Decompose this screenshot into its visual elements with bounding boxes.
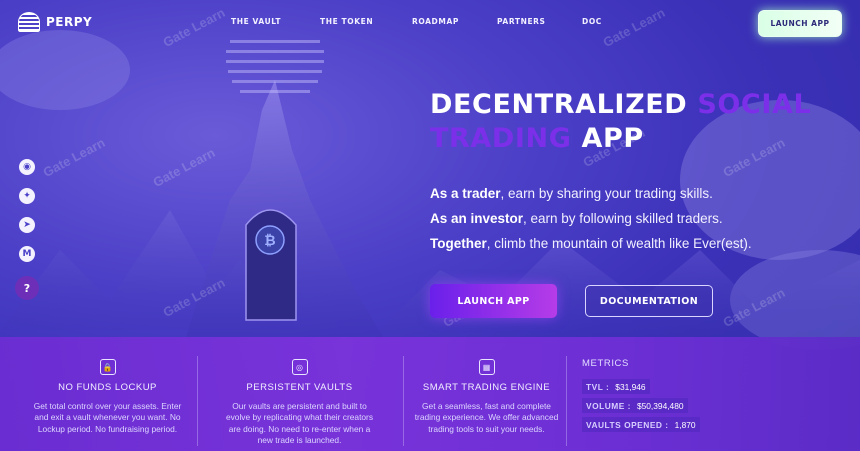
metric-label: VOLUME : (586, 400, 631, 411)
nav-link-the-token[interactable]: THE TOKEN (320, 17, 373, 26)
metric-label: VAULTS OPENED : (586, 419, 669, 430)
lock-icon: 🔒 (99, 359, 116, 375)
metric-value: $31,946 (615, 381, 646, 392)
documentation-button[interactable]: DOCUMENTATION (585, 285, 713, 317)
metric-value: 1,870 (674, 419, 696, 430)
nav-link-the-vault[interactable]: THE VAULT (231, 17, 281, 26)
medium-link[interactable]: M (16, 243, 38, 265)
metric-vaults-opened: VAULTS OPENED : 1,870 (582, 417, 700, 432)
vault-icon: ◎ (291, 359, 308, 375)
hero-title-accent1: SOCIAL (697, 89, 812, 120)
hero-line-strong: As an investor (430, 211, 524, 226)
telegram-icon: ➤ (19, 217, 35, 233)
feature-title: PERSISTENT VAULTS (246, 382, 353, 393)
hero-title-accent2: TRADING (430, 123, 572, 154)
watermark: Gate Learn (40, 134, 108, 181)
hero-title-part2: APP (571, 123, 644, 154)
feature-no-funds-lockup: 🔒 NO FUNDS LOCKUP Get total control over… (30, 337, 185, 451)
metric-value: $50,394,480 (636, 400, 684, 411)
chip-icon: ▦ (478, 359, 495, 375)
feature-title: NO FUNDS LOCKUP (58, 382, 157, 393)
twitter-icon: ✦ (19, 188, 35, 204)
logo-icon (18, 12, 40, 32)
telegram-link[interactable]: ➤ (16, 214, 38, 236)
hero-line-text: , earn by following skilled traders. (523, 211, 723, 226)
feature-description: Get total control over your assets. Ente… (33, 401, 182, 434)
nav-link-partners[interactable]: PARTNERS (497, 17, 546, 26)
logo-text: PERPY (46, 15, 93, 29)
feature-smart-trading-engine: ▦ SMART TRADING ENGINE Get a seamless, f… (409, 337, 564, 451)
metric-label: TVL : (586, 381, 610, 392)
svg-text:₿: ₿ (264, 233, 275, 249)
metric-tvl: TVL : $31,946 (582, 379, 650, 394)
watermark: Gate Learn (160, 274, 228, 321)
hero-line-investor: As an investor, earn by following skille… (430, 211, 723, 226)
nav-link-doc[interactable]: DOC (582, 17, 602, 26)
launch-app-button-header[interactable]: LAUNCH APP (758, 10, 842, 37)
feature-persistent-vaults: ◎ PERSISTENT VAULTS Our vaults are persi… (222, 337, 377, 451)
top-nav: PERPY THE VAULT THE TOKEN ROADMAP PARTNE… (0, 0, 860, 46)
launch-app-button[interactable]: LAUNCH APP (430, 284, 557, 318)
metric-volume: VOLUME : $50,394,480 (582, 398, 688, 413)
hero-title-part1: DECENTRALIZED (430, 89, 698, 120)
help-button[interactable]: ? (15, 276, 39, 300)
hero-line-trader: As a trader, earn by sharing your tradin… (430, 186, 713, 201)
watermark: Gate Learn (150, 144, 218, 191)
hero-line-strong: As a trader (430, 186, 501, 201)
metrics-title: METRICS (582, 358, 629, 369)
hero-line-text: , earn by sharing your trading skills. (500, 186, 713, 201)
nav-link-roadmap[interactable]: ROADMAP (412, 17, 459, 26)
medium-icon: M (19, 246, 35, 262)
feature-description: Get a seamless, fast and complete tradin… (414, 401, 559, 434)
hero-line-together: Together, climb the mountain of wealth l… (430, 236, 752, 251)
logo[interactable]: PERPY (18, 12, 92, 32)
hero-title: DECENTRALIZED SOCIAL TRADING APP (430, 88, 830, 156)
twitter-link[interactable]: ✦ (16, 185, 38, 207)
divider (566, 356, 567, 446)
discord-link[interactable]: ◉ (16, 156, 38, 178)
feature-description: Our vaults are persistent and built to e… (225, 401, 374, 446)
discord-icon: ◉ (19, 159, 35, 175)
hero-line-text: , climb the mountain of wealth like Ever… (486, 236, 752, 251)
feature-title: SMART TRADING ENGINE (422, 382, 551, 393)
divider (197, 356, 198, 446)
hero-line-strong: Together (430, 236, 487, 251)
watermark: Gate Learn (720, 284, 788, 331)
divider (403, 356, 404, 446)
